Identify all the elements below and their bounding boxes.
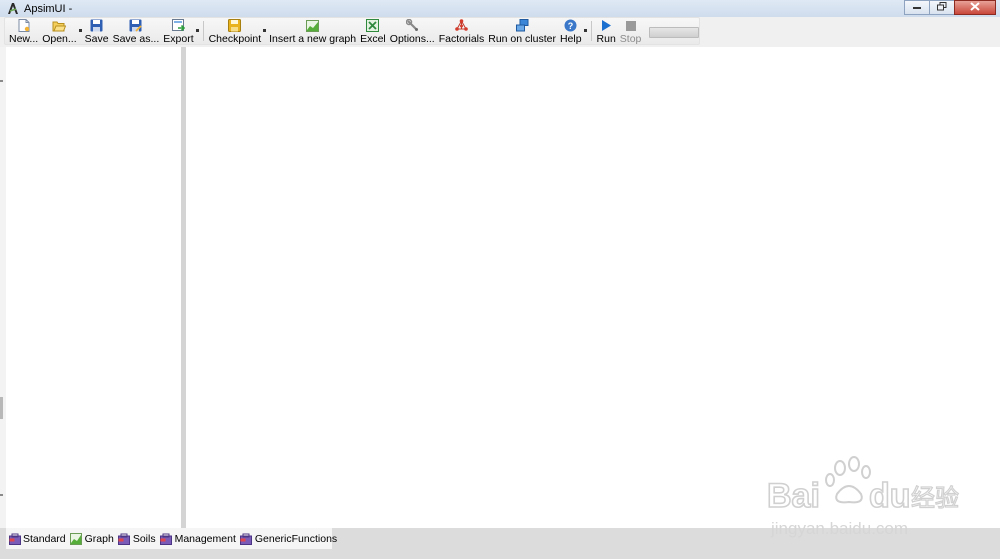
edge-marker [0, 494, 3, 496]
bottom-strip: Standard Graph Soils Management GenericF… [0, 528, 1000, 559]
save-icon [90, 19, 104, 32]
checkpoint-button[interactable]: Checkpoint [207, 18, 267, 45]
tab-graph[interactable]: Graph [70, 532, 114, 545]
window-title: ApsimUI - [24, 2, 73, 15]
tab-generic-functions[interactable]: GenericFunctions [240, 532, 337, 545]
open-label: Open... [42, 33, 77, 45]
toolbar-separator [202, 21, 204, 41]
main-toolbar: New... Open... Save Save as... Export Ch… [4, 17, 700, 45]
open-button[interactable]: Open... [40, 18, 82, 45]
run-button[interactable]: Run [595, 18, 618, 45]
close-icon [970, 1, 980, 14]
cluster-icon [515, 19, 529, 32]
edge-grip[interactable] [0, 397, 3, 419]
toolbar-strip: New... Open... Save Save as... Export Ch… [0, 17, 1000, 47]
tab-soils-label: Soils [132, 532, 156, 545]
tab-soils[interactable]: Soils [118, 532, 156, 545]
help-label: Help [559, 33, 582, 45]
help-button[interactable]: ? Help [558, 18, 587, 45]
edge-marker [0, 80, 3, 82]
export-icon [171, 19, 185, 32]
toolbox-icon [8, 532, 21, 545]
toolbox-icon [240, 532, 253, 545]
toolbox-tabs: Standard Graph Soils Management GenericF… [6, 528, 337, 549]
stop-label: Stop [619, 33, 642, 45]
save-as-label: Save as... [112, 33, 160, 45]
save-label: Save [84, 33, 109, 45]
checkpoint-dropdown-arrow[interactable] [263, 29, 267, 32]
factorials-label: Factorials [438, 33, 485, 45]
options-label: Options... [389, 33, 435, 45]
tab-management[interactable]: Management [160, 532, 236, 545]
run-on-cluster-label: Run on cluster [488, 33, 556, 45]
svg-text:?: ? [568, 21, 574, 31]
restore-button[interactable] [929, 0, 955, 15]
minimize-icon [912, 2, 922, 13]
apsim-logo-icon [6, 2, 20, 16]
wrench-icon [405, 19, 419, 32]
tab-generic-functions-label: GenericFunctions [254, 532, 338, 545]
new-file-icon [17, 19, 31, 32]
help-dropdown-arrow[interactable] [583, 29, 587, 32]
graph-icon [306, 19, 320, 32]
run-on-cluster-button[interactable]: Run on cluster [486, 18, 558, 45]
new-button[interactable]: New... [7, 18, 40, 45]
minimize-button[interactable] [904, 0, 930, 15]
export-button[interactable]: Export [161, 18, 199, 45]
export-label: Export [163, 33, 194, 45]
close-button[interactable] [954, 0, 996, 15]
insert-graph-button[interactable]: Insert a new graph [267, 18, 358, 45]
checkpoint-label: Checkpoint [208, 33, 262, 45]
tab-management-label: Management [174, 532, 236, 545]
toolbar-separator [590, 21, 592, 41]
tab-standard-label: Standard [23, 532, 66, 545]
tab-standard[interactable]: Standard [8, 532, 66, 545]
insert-graph-label: Insert a new graph [269, 33, 357, 45]
factorials-button[interactable]: Factorials [437, 18, 487, 45]
excel-button[interactable]: Excel [358, 18, 388, 45]
excel-icon [366, 19, 380, 32]
run-label: Run [596, 33, 616, 45]
toolbox-icon [118, 532, 131, 545]
tab-graph-label: Graph [84, 532, 114, 545]
toolbox-icon [160, 532, 173, 545]
help-icon: ? [564, 19, 578, 32]
save-button[interactable]: Save [83, 18, 111, 45]
play-icon [599, 19, 613, 32]
factorials-icon [454, 19, 468, 32]
excel-label: Excel [360, 33, 386, 45]
stop-icon [624, 19, 638, 32]
graph-icon [70, 532, 83, 545]
stop-button[interactable]: Stop [618, 18, 644, 45]
options-button[interactable]: Options... [388, 18, 437, 45]
save-as-button[interactable]: Save as... [111, 18, 162, 45]
checkpoint-icon [228, 19, 242, 32]
open-dropdown-arrow[interactable] [78, 29, 82, 32]
title-bar: ApsimUI - [0, 0, 1000, 17]
main-content-panel[interactable] [186, 47, 1000, 528]
run-progress-bar [649, 27, 699, 38]
simulation-tree-panel[interactable] [6, 47, 181, 528]
window-controls [904, 0, 996, 15]
export-dropdown-arrow[interactable] [195, 29, 199, 32]
restore-icon [937, 1, 947, 14]
new-label: New... [9, 33, 39, 45]
save-as-icon [129, 19, 143, 32]
open-folder-icon [52, 19, 67, 32]
